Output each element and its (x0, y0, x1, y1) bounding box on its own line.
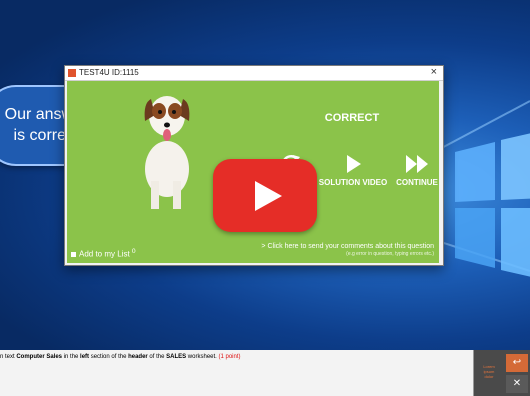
windows-logo-icon (455, 133, 530, 277)
task-text-part: of the (147, 354, 167, 360)
task-bold: SALES (166, 354, 187, 360)
task-text-part: in the (62, 354, 81, 360)
continue-label: CONTINUE (396, 178, 438, 187)
task-text-part: section of the (89, 354, 129, 360)
checkbox-icon (71, 252, 76, 258)
add-to-list-checkbox[interactable]: Add to my List 0 (71, 248, 136, 259)
task-text-part: worksheet. (186, 354, 219, 360)
mini-help-link[interactable]: Lorem ipsum dolor (481, 364, 497, 379)
task-panel: n text Computer Sales in the left sectio… (0, 350, 474, 396)
youtube-play-button[interactable] (213, 159, 317, 232)
send-comment-link[interactable]: > Click here to send your comments about… (261, 243, 434, 257)
comment-sub-text: (e.g error in question, typing errors et… (346, 251, 434, 257)
app-icon (68, 69, 76, 77)
exit-button[interactable]: ✕ (506, 375, 528, 393)
task-points: (1 point) (218, 354, 241, 360)
task-bold: header (128, 354, 148, 360)
task-text-part: n text (0, 354, 17, 360)
add-to-list-count: 0 (131, 248, 136, 255)
back-button[interactable]: ↩ (506, 354, 528, 372)
dialog-title: TEST4U ID:1115 (79, 68, 139, 77)
play-icon (347, 155, 361, 173)
task-bold: Computer Sales (16, 354, 63, 360)
task-instruction: n text Computer Sales in the left sectio… (0, 354, 241, 360)
continue-button[interactable]: CONTINUE (377, 153, 457, 187)
dog-image (144, 96, 190, 209)
youtube-play-icon (255, 181, 282, 211)
add-to-list-label: Add to my List (79, 249, 130, 259)
bottom-bar: n text Computer Sales in the left sectio… (0, 350, 530, 396)
dialog-titlebar: TEST4U ID:1115 × (65, 66, 443, 81)
result-label: CORRECT (324, 112, 380, 124)
close-button[interactable]: × (431, 66, 437, 78)
task-bold: left (80, 354, 90, 360)
fast-forward-icon (406, 155, 428, 173)
comment-link-text: > Click here to send your comments about… (261, 243, 434, 250)
